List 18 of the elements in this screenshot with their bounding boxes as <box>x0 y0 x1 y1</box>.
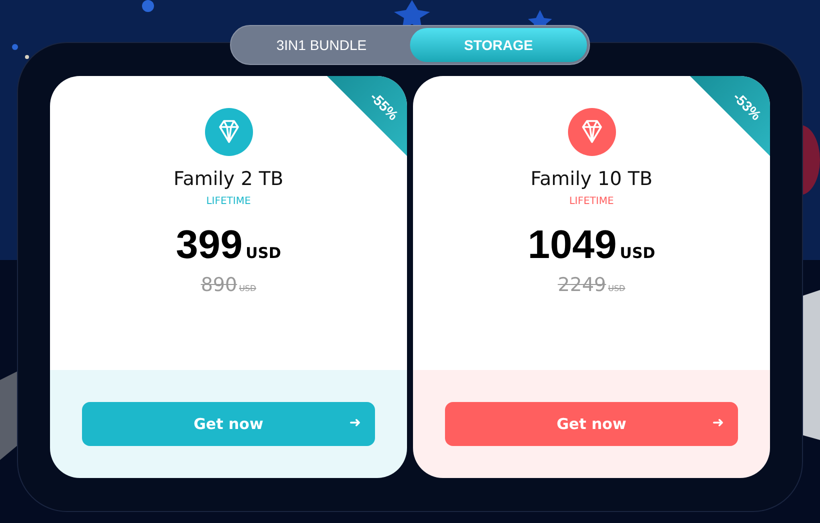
old-currency: USD <box>239 284 256 293</box>
old-price: 2249 <box>558 274 606 296</box>
price: 1049 <box>528 223 617 268</box>
tab[interactable]: 3IN1 BUNDLE <box>233 28 410 62</box>
plan-name: Family 2 TB <box>174 168 284 190</box>
arrow-icon: ➜ <box>712 415 724 431</box>
old-currency: USD <box>608 284 626 293</box>
arrow-icon: ➜ <box>349 415 361 431</box>
currency: USD <box>620 244 656 262</box>
currency: USD <box>246 244 282 262</box>
get-now-button[interactable]: Get now ➜ <box>445 402 738 446</box>
plan-name: Family 10 TB <box>530 168 653 190</box>
get-now-button[interactable]: Get now ➜ <box>82 402 375 446</box>
tab[interactable]: STORAGE <box>410 28 587 62</box>
plan-term: LIFETIME <box>206 196 251 207</box>
plan-term: LIFETIME <box>569 196 614 207</box>
price: 399 <box>176 223 243 268</box>
old-price: 890 <box>200 274 238 296</box>
